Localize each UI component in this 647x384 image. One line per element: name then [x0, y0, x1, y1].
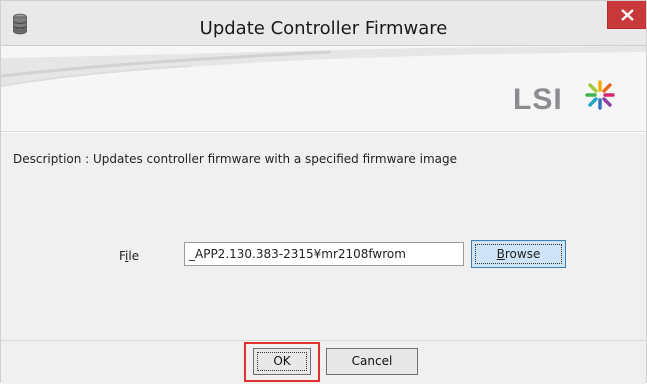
file-label: File [119, 249, 139, 263]
button-bar [1, 340, 646, 384]
close-icon [621, 9, 634, 21]
lsi-starburst-icon [585, 80, 615, 110]
title-bar[interactable]: Update Controller Firmware [1, 1, 646, 46]
ok-button[interactable]: OK [253, 348, 311, 375]
focus-ring [257, 352, 307, 371]
window-title: Update Controller Firmware [199, 18, 448, 39]
focus-ring [475, 244, 562, 264]
cancel-button-label: Cancel [351, 354, 393, 368]
browse-button[interactable]: Browse [471, 240, 566, 268]
cancel-button[interactable]: Cancel [326, 348, 418, 375]
close-button[interactable] [607, 1, 646, 29]
description-text: Description : Updates controller firmwar… [13, 152, 457, 166]
file-path-input[interactable]: _APP2.130.383-2315¥mr2108fwrom [184, 242, 464, 266]
file-label-suffix: le [128, 249, 140, 263]
dialog-window: Update Controller Firmware LSI Descripti… [0, 0, 647, 384]
lsi-logo-text: LSI [513, 83, 563, 116]
